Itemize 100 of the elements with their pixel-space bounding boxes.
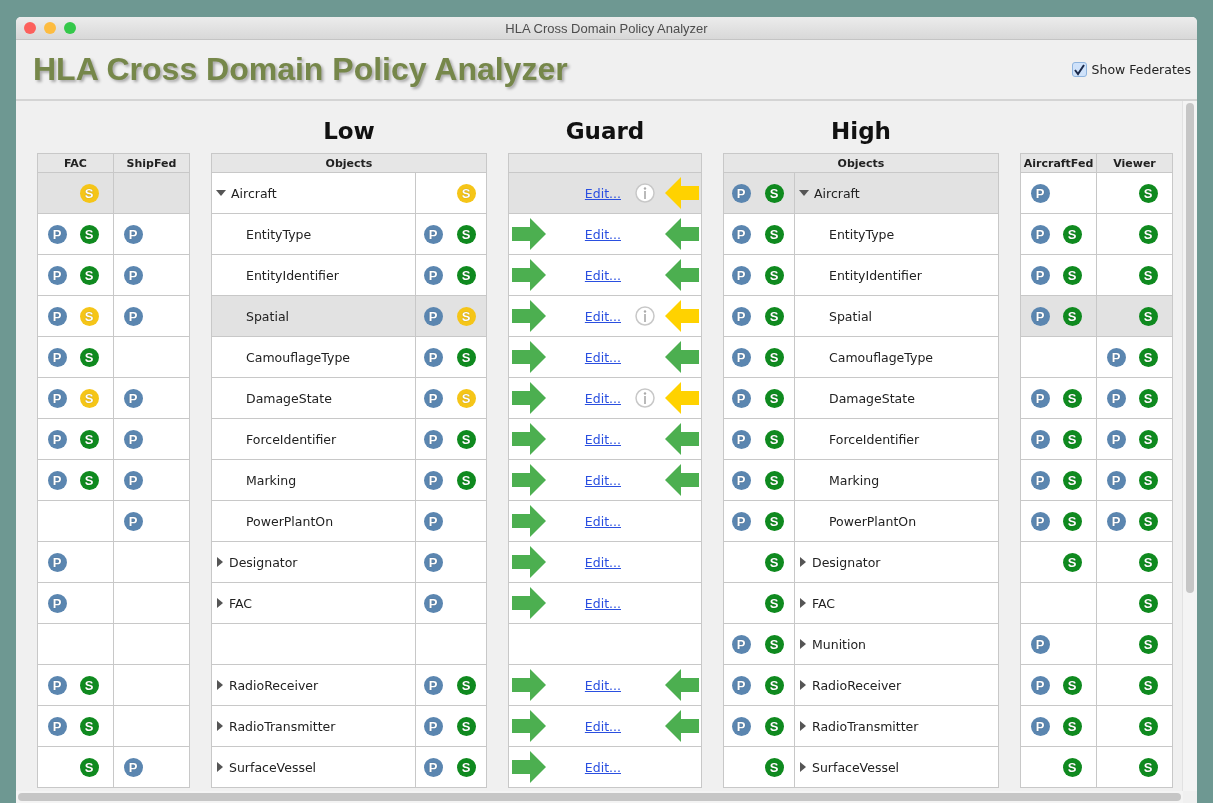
- edit-link[interactable]: Edit...: [584, 185, 621, 201]
- edit-link[interactable]: Edit...: [584, 677, 621, 693]
- edit-link[interactable]: Edit...: [584, 431, 621, 447]
- object-name[interactable]: Munition: [812, 636, 867, 652]
- status-badge: P: [1030, 388, 1050, 408]
- object-name[interactable]: EntityType: [829, 226, 895, 242]
- collapsed-triangle-icon[interactable]: [799, 639, 807, 649]
- status-badge: S: [456, 757, 476, 777]
- status-badge: P: [1030, 634, 1050, 654]
- object-name[interactable]: Designator: [229, 554, 298, 570]
- object-name[interactable]: Aircraft: [231, 185, 277, 201]
- status-badge: S: [1062, 511, 1082, 531]
- object-name[interactable]: EntityIdentifier: [246, 267, 339, 283]
- object-name[interactable]: CamouflageType: [246, 349, 350, 365]
- status-badge: S: [79, 183, 99, 203]
- object-name[interactable]: Spatial: [246, 308, 290, 324]
- status-badge: P: [731, 265, 751, 285]
- edit-link[interactable]: Edit...: [584, 554, 621, 570]
- status-badge: S: [456, 716, 476, 736]
- edit-link[interactable]: Edit...: [584, 349, 621, 365]
- collapsed-triangle-icon[interactable]: [799, 680, 807, 690]
- collapsed-triangle-icon[interactable]: [799, 598, 807, 608]
- edit-link[interactable]: Edit...: [584, 759, 621, 775]
- object-name[interactable]: RadioReceiver: [812, 677, 902, 693]
- collapsed-triangle-icon[interactable]: [216, 557, 224, 567]
- status-badge: S: [1062, 716, 1082, 736]
- status-badge: S: [764, 634, 784, 654]
- column-header[interactable]: ShipFed: [114, 154, 189, 172]
- status-badge: P: [1106, 470, 1126, 490]
- status-badge: S: [764, 552, 784, 572]
- status-badge: P: [423, 716, 443, 736]
- status-badge: S: [1138, 593, 1158, 613]
- edit-link[interactable]: Edit...: [584, 308, 621, 324]
- vertical-scrollbar[interactable]: [1182, 101, 1197, 791]
- object-name[interactable]: RadioTransmitter: [229, 718, 336, 734]
- expanded-triangle-icon[interactable]: [216, 189, 226, 197]
- object-name[interactable]: Spatial: [829, 308, 873, 324]
- edit-link[interactable]: Edit...: [584, 595, 621, 611]
- column-header[interactable]: AircraftFed: [1021, 154, 1097, 172]
- status-badge: P: [47, 429, 67, 449]
- collapsed-triangle-icon[interactable]: [216, 598, 224, 608]
- object-name[interactable]: SurfaceVessel: [229, 759, 317, 775]
- object-name[interactable]: DamageState: [829, 390, 915, 406]
- object-name[interactable]: PowerPlantOn: [246, 513, 334, 529]
- status-badge: P: [1030, 716, 1050, 736]
- object-name[interactable]: Marking: [829, 472, 880, 488]
- column-header[interactable]: Viewer: [1097, 154, 1172, 172]
- edit-link[interactable]: Edit...: [584, 267, 621, 283]
- object-name[interactable]: ForceIdentifier: [246, 431, 337, 447]
- object-name[interactable]: Aircraft: [814, 185, 860, 201]
- object-name[interactable]: ForceIdentifier: [829, 431, 920, 447]
- status-badge: S: [1138, 265, 1158, 285]
- column-header[interactable]: Objects: [724, 154, 998, 172]
- checkbox[interactable]: [1071, 62, 1087, 77]
- section-heading: High: [831, 118, 891, 144]
- status-badge: S: [1138, 347, 1158, 367]
- object-name[interactable]: FAC: [812, 595, 836, 611]
- horizontal-scrollbar[interactable]: [16, 791, 1183, 803]
- edit-link[interactable]: Edit...: [584, 390, 621, 406]
- status-badge: S: [79, 757, 99, 777]
- object-name[interactable]: CamouflageType: [829, 349, 933, 365]
- edit-link[interactable]: Edit...: [584, 513, 621, 529]
- object-name[interactable]: PowerPlantOn: [829, 513, 917, 529]
- status-badge: P: [731, 347, 751, 367]
- status-badge: P: [123, 388, 143, 408]
- collapsed-triangle-icon[interactable]: [799, 762, 807, 772]
- status-badge: P: [1030, 675, 1050, 695]
- object-name[interactable]: DamageState: [246, 390, 332, 406]
- status-badge: S: [456, 675, 476, 695]
- object-name[interactable]: EntityType: [246, 226, 312, 242]
- collapsed-triangle-icon[interactable]: [216, 762, 224, 772]
- expanded-triangle-icon[interactable]: [799, 189, 809, 197]
- status-badge: S: [79, 306, 99, 326]
- collapsed-triangle-icon[interactable]: [799, 557, 807, 567]
- object-name[interactable]: Designator: [812, 554, 881, 570]
- object-name[interactable]: FAC: [229, 595, 253, 611]
- status-badge: S: [1138, 224, 1158, 244]
- edit-link[interactable]: Edit...: [584, 472, 621, 488]
- status-badge: S: [1138, 757, 1158, 777]
- collapsed-triangle-icon[interactable]: [216, 680, 224, 690]
- status-badge: S: [456, 224, 476, 244]
- column-header[interactable]: Objects: [212, 154, 486, 172]
- object-name[interactable]: RadioReceiver: [229, 677, 319, 693]
- status-badge: P: [123, 470, 143, 490]
- object-name[interactable]: Marking: [246, 472, 297, 488]
- status-badge: S: [456, 470, 476, 490]
- object-name[interactable]: SurfaceVessel: [812, 759, 900, 775]
- object-name[interactable]: EntityIdentifier: [829, 267, 922, 283]
- status-badge: P: [47, 224, 67, 244]
- status-badge: S: [1138, 429, 1158, 449]
- edit-link[interactable]: Edit...: [584, 718, 621, 734]
- status-badge: P: [1030, 183, 1050, 203]
- status-badge: P: [423, 388, 443, 408]
- status-badge: P: [731, 429, 751, 449]
- collapsed-triangle-icon[interactable]: [799, 721, 807, 731]
- edit-link[interactable]: Edit...: [584, 226, 621, 242]
- collapsed-triangle-icon[interactable]: [216, 721, 224, 731]
- column-header[interactable]: FAC: [38, 154, 114, 172]
- object-name[interactable]: RadioTransmitter: [812, 718, 919, 734]
- status-badge: P: [1030, 265, 1050, 285]
